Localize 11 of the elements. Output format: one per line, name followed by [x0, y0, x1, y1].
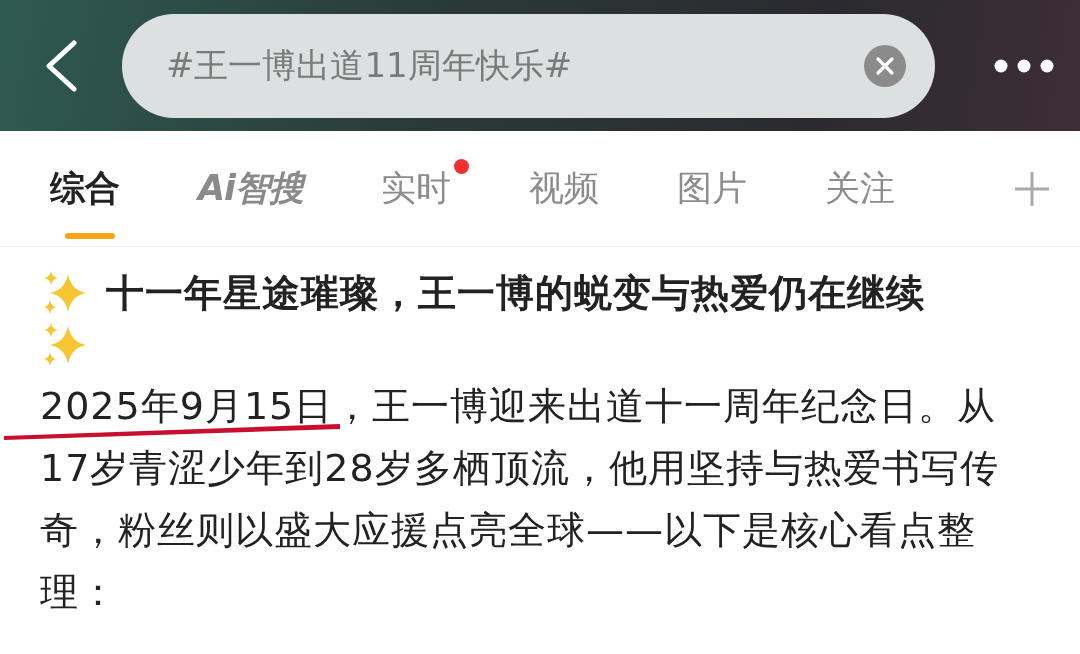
tab[interactable]: 关注 — [825, 130, 896, 247]
more-icon[interactable] — [994, 57, 1054, 74]
post-title: 十一年星途璀璨，王一博的蜕变与热爱仍在继续 — [106, 269, 925, 317]
tab[interactable]: 实时 — [381, 130, 470, 247]
post-paragraph: 2025年9月15日，王一博迎来出道十一周年纪念日。从17岁青涩少年到28岁多栖顶流，他用坚持与热爱书写传奇，粉丝则以盛大应援点亮全球——以下是核心看点整理： — [40, 375, 1040, 623]
back-icon[interactable] — [44, 39, 78, 92]
tab[interactable]: 综合 — [50, 130, 120, 247]
tab[interactable]: 图片 — [677, 130, 748, 247]
tab[interactable]: 视频 — [529, 130, 600, 247]
search-field[interactable]: #王一博出道11周年快乐# — [122, 13, 935, 118]
clear-icon[interactable] — [864, 44, 906, 87]
